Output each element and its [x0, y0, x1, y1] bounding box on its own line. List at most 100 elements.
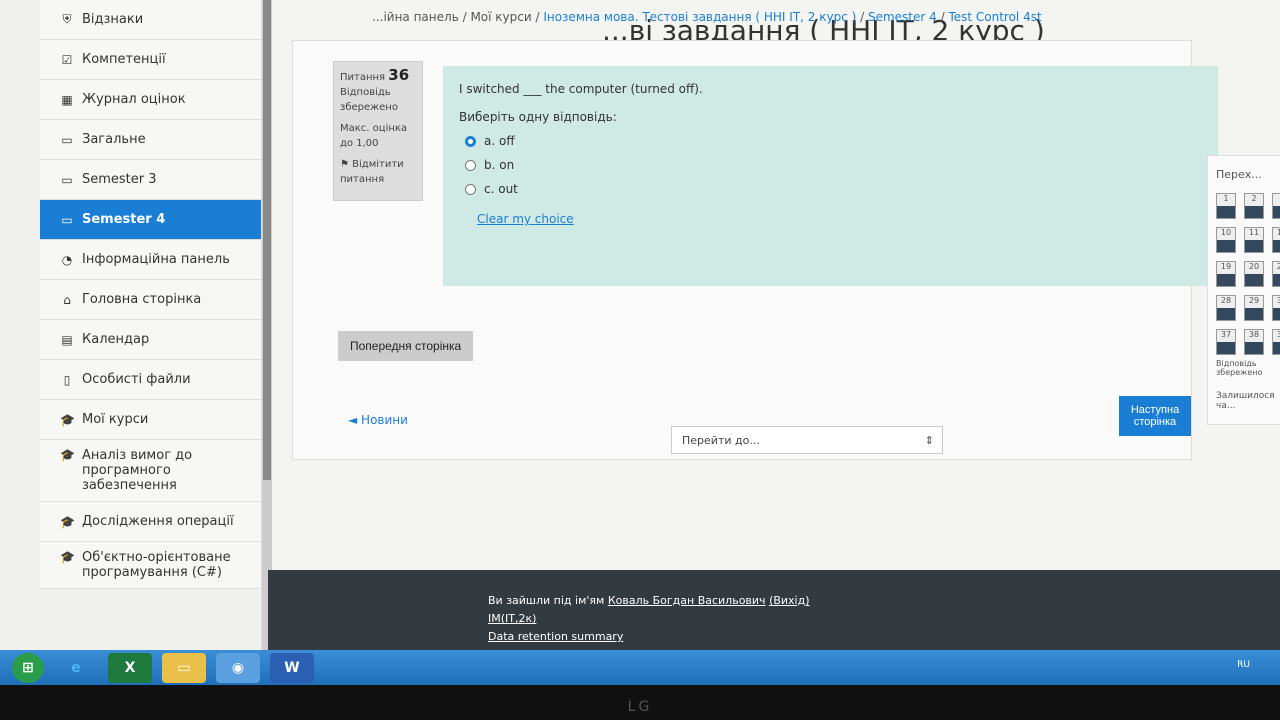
graduation-cap-icon: 🎓	[60, 448, 75, 462]
quiz-nav-button[interactable]: 30	[1272, 295, 1280, 321]
quiz-nav-button[interactable]: 28	[1216, 295, 1236, 321]
sidebar-item[interactable]: ⛨ Відзнаки	[40, 0, 261, 40]
sidebar-item[interactable]: ▭ Semester 4	[40, 200, 261, 240]
quiz-nav-button[interactable]: 2	[1244, 193, 1264, 219]
breadcrumb-item[interactable]: Іноземна мова. Тестові завдання ( ННІ ІТ…	[543, 10, 856, 24]
sidebar-item[interactable]: ☑ Компетенції	[40, 40, 261, 80]
dashboard-icon: ◔	[61, 252, 73, 267]
word-icon[interactable]: W	[270, 652, 314, 683]
file-icon: ▯	[63, 372, 71, 387]
main-content: ...ві завдання ( ННІ ІТ, 2 курс ) ...ійн…	[272, 0, 1280, 570]
quiz-nav-button[interactable]: 29	[1244, 295, 1264, 321]
sidebar-item[interactable]: ▤ Календар	[40, 320, 261, 360]
quiz-nav-button[interactable]: 3	[1272, 193, 1280, 219]
quiz-nav-button[interactable]: 12	[1272, 227, 1280, 253]
jump-to-select[interactable]: Перейти до... ⇕	[671, 426, 943, 454]
sidebar-item-label: Головна сторінка	[82, 292, 202, 307]
breadcrumb-item[interactable]: Test Control 4st	[948, 10, 1041, 24]
tooltip: Відповідь збережено	[1216, 359, 1263, 377]
check-square-icon: ☑	[61, 52, 73, 67]
question-box: I switched ___ the computer (turned off)…	[443, 66, 1218, 286]
graduation-cap-icon: 🎓	[60, 412, 75, 427]
data-retention-link[interactable]: Data retention summary	[488, 630, 623, 643]
sidebar-item[interactable]: 🎓 Мої курси	[40, 400, 261, 440]
start-button[interactable]: ⊞	[12, 652, 44, 683]
screen: ⛨ Відзнаки ☑ Компетенції ▦ Журнал оцінок ▭ Зага…	[0, 0, 1280, 685]
question-max-grade: Макс. оцінка до 1,00	[340, 123, 408, 149]
answer-option[interactable]: b. on	[465, 158, 1196, 172]
sidebar-item-label: Мої курси	[82, 412, 149, 427]
sidebar-item-label: Semester 3	[82, 172, 157, 187]
breadcrumb-item[interactable]: Мої курси	[470, 10, 531, 24]
sidebar-item[interactable]: 🎓 Дослідження операції	[40, 502, 261, 542]
question-prompt: Виберіть одну відповідь:	[459, 110, 617, 124]
calendar-icon: ▤	[61, 332, 73, 347]
breadcrumb-item[interactable]: ...ійна панель	[372, 10, 459, 24]
radio-button[interactable]	[465, 183, 476, 195]
clear-choice-link[interactable]: Clear my choice	[477, 212, 574, 226]
next-page-button[interactable]: Наступна сторінка	[1119, 396, 1191, 436]
option-label: c. out	[484, 182, 518, 196]
quiz-nav-button[interactable]: 21	[1272, 261, 1280, 287]
group-link[interactable]: ІМ(ІТ,2к)	[488, 612, 536, 625]
sidebar-item[interactable]: ▭ Загальне	[40, 120, 261, 160]
quiz-nav-title: Перех...	[1216, 168, 1262, 181]
footer: Ви зайшли під ім'ям Коваль Богдан Василь…	[268, 570, 1280, 655]
quiz-nav-button[interactable]: 37	[1216, 329, 1236, 355]
folder-icon: ▭	[61, 212, 73, 227]
sidebar-item[interactable]: ▭ Semester 3	[40, 160, 261, 200]
sidebar-item[interactable]: 🎓 Аналіз вимог до програмного забезпеченн…	[40, 440, 261, 502]
quiz-nav-button[interactable]: 19	[1216, 261, 1236, 287]
sidebar-item-label: Особисті файли	[82, 372, 191, 387]
flag-icon: ⚑	[340, 159, 349, 170]
user-link[interactable]: Коваль Богдан Васильович	[608, 594, 766, 607]
question-text: I switched ___ the computer (turned off)…	[459, 82, 703, 96]
quiz-nav-button[interactable]: 1	[1216, 193, 1236, 219]
answer-option[interactable]: a. off	[465, 134, 1196, 148]
sidebar-item-label: Журнал оцінок	[82, 92, 186, 107]
quiz-nav-button[interactable]: 39	[1272, 329, 1280, 355]
sidebar-item[interactable]: ⌂ Головна сторінка	[40, 280, 261, 320]
sidebar-item-label: Semester 4	[82, 212, 166, 227]
sidebar-scrollbar[interactable]	[262, 0, 272, 650]
flag-question-link[interactable]: ⚑ Відмітити питання	[340, 157, 416, 187]
option-label: b. on	[484, 158, 515, 172]
quiz-nav-button[interactable]: 11	[1244, 227, 1264, 253]
question-label: Питання	[340, 72, 386, 83]
language-indicator[interactable]: RU	[1237, 660, 1250, 670]
radio-button[interactable]	[465, 159, 476, 171]
answer-option[interactable]: c. out	[465, 182, 1196, 196]
logout-link[interactable]: (Вихід)	[769, 594, 809, 607]
folder-icon: ▭	[61, 172, 73, 187]
sidebar-item[interactable]: ◔ Інформаційна панель	[40, 240, 261, 280]
taskbar: ⊞ e X ▭ ◉ W RU	[0, 650, 1280, 685]
question-card: Питання 36 Відповідь збережено Макс. оці…	[292, 40, 1218, 460]
news-link[interactable]: ◄ Новини	[348, 413, 408, 427]
option-label: a. off	[484, 134, 515, 148]
question-status: Відповідь збережено	[340, 87, 398, 113]
quiz-nav-button[interactable]: 38	[1244, 329, 1264, 355]
graduation-cap-icon: 🎓	[60, 514, 75, 529]
radio-button[interactable]	[465, 135, 476, 147]
shield-icon: ⛨	[62, 12, 72, 26]
previous-page-button[interactable]: Попередня сторінка	[338, 331, 474, 361]
sidebar-item[interactable]: 🎓 Об'єктно-орієнтоване програмування (C#)	[40, 542, 261, 589]
sidebar-item[interactable]: ▦ Журнал оцінок	[40, 80, 261, 120]
quiz-nav-button[interactable]: 10	[1216, 227, 1236, 253]
question-info: Питання 36 Відповідь збережено Макс. оці…	[333, 61, 423, 201]
chrome-icon[interactable]: ◉	[216, 652, 260, 683]
sidebar-item-label: Інформаційна панель	[82, 252, 230, 267]
sidebar-item-label: Загальне	[82, 132, 146, 147]
file-explorer-icon[interactable]: ▭	[162, 652, 206, 683]
question-number: 36	[388, 66, 410, 84]
quiz-nav-button[interactable]: 20	[1244, 261, 1264, 287]
table-icon: ▦	[61, 92, 73, 107]
sidebar-item[interactable]: ▯ Особисті файли	[40, 360, 261, 400]
internet-explorer-icon[interactable]: e	[54, 653, 98, 683]
logged-in-text: Ви зайшли під ім'ям	[488, 594, 605, 607]
breadcrumb-item[interactable]: Semester 4	[868, 10, 937, 24]
home-icon: ⌂	[63, 292, 71, 307]
excel-icon[interactable]: X	[108, 652, 152, 683]
graduation-cap-icon: 🎓	[60, 550, 75, 564]
sidebar-item-label: Відзнаки	[82, 12, 144, 27]
